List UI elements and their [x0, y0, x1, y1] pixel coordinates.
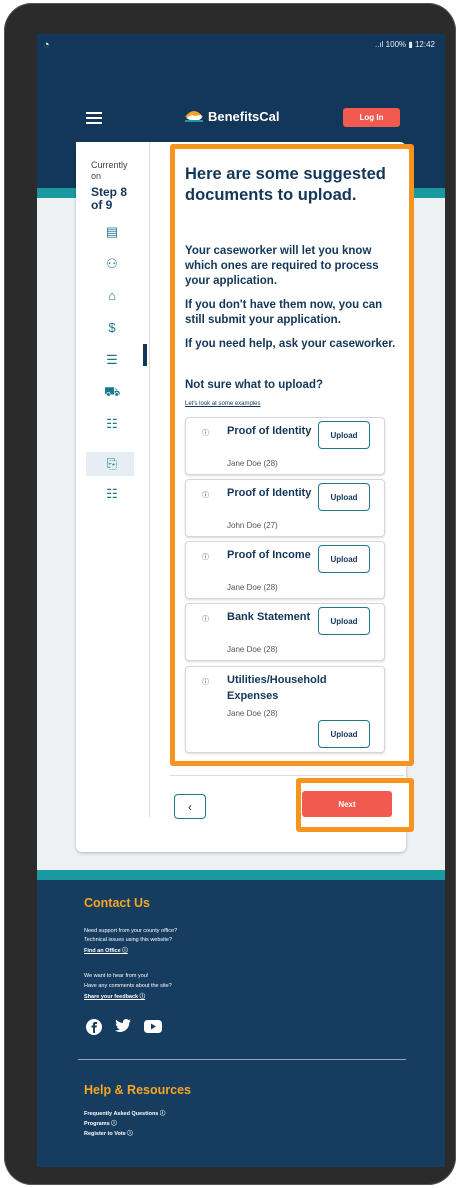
upload-document-icon[interactable]: ⎘	[104, 456, 120, 472]
document-person: Jane Doe (28)	[227, 583, 278, 592]
external-link-icon: ⓘ	[159, 1111, 166, 1117]
contact-heading: Contact Us	[84, 896, 150, 910]
document-item: ⓘ Bank Statement Jane Doe (28) Upload	[185, 603, 385, 661]
logo-text: BenefitsCal	[208, 108, 280, 124]
vehicle-icon[interactable]: ⛟	[104, 384, 120, 400]
device-frame: ◔ ..ıl 100% ▮ 12:42 BenefitsCal Log In C…	[4, 3, 456, 1185]
review-icon[interactable]: ☷	[104, 486, 120, 502]
document-person: John Doe (27)	[227, 521, 278, 530]
footer-divider	[78, 1059, 406, 1060]
document-item: ⓘ Proof of Income Jane Doe (28) Upload	[185, 541, 385, 599]
twitter-icon[interactable]	[115, 1019, 131, 1033]
caseworker-note: Your caseworker will let you know which …	[185, 245, 379, 287]
programs-link[interactable]: Programs ⓘ	[84, 1120, 117, 1128]
technical-issues-text: Technical issues using this website?	[84, 937, 173, 943]
benefitscal-logo[interactable]: BenefitsCal	[183, 108, 280, 124]
programs-label: Programs	[84, 1121, 110, 1127]
household-icon[interactable]: ⚇	[104, 256, 120, 272]
register-vote-label: Register to Vote	[84, 1131, 126, 1137]
faq-label: Frequently Asked Questions	[84, 1111, 159, 1117]
page-title: Here are some suggested documents to upl…	[185, 165, 386, 204]
document-person: Jane Doe (28)	[227, 709, 278, 718]
id-card-icon[interactable]: ▤	[104, 224, 120, 240]
hear-from-you-text: We want to hear from you!	[84, 973, 149, 979]
bear-logo-icon	[185, 111, 203, 122]
checklist-icon[interactable]: ☷	[104, 416, 120, 432]
suggested-documents-panel: Here are some suggested documents to upl…	[170, 144, 414, 766]
upload-button[interactable]: Upload	[318, 483, 370, 511]
info-icon[interactable]: ⓘ	[202, 428, 212, 438]
examples-link[interactable]: Let's look at some examples	[185, 401, 261, 407]
upload-button[interactable]: Upload	[318, 607, 370, 635]
footer-teal-band	[37, 870, 445, 880]
comments-text: Have any comments about the site?	[84, 983, 172, 989]
screen: ◔ ..ıl 100% ▮ 12:42 BenefitsCal Log In C…	[37, 34, 445, 1167]
document-person: Jane Doe (28)	[227, 645, 278, 654]
submit-note: If you don't have them now, you can stil…	[185, 299, 383, 326]
facebook-icon[interactable]	[86, 1019, 102, 1035]
help-note: If you need help, ask your caseworker.	[185, 338, 396, 350]
feedback-label: Share your feedback	[84, 994, 139, 1000]
external-link-icon: ⓘ	[127, 1131, 133, 1137]
nav-divider	[170, 775, 404, 776]
register-vote-link[interactable]: Register to Vote ⓘ	[84, 1130, 133, 1138]
upload-button[interactable]: Upload	[318, 421, 370, 449]
external-link-icon: ⓘ	[139, 994, 146, 1000]
income-icon[interactable]: $	[104, 320, 120, 336]
expenses-icon[interactable]: ☰	[104, 352, 120, 368]
help-resources-heading: Help & Resources	[84, 1083, 191, 1097]
find-office-link[interactable]: Find an Office ⓘ	[84, 947, 128, 955]
find-office-label: Find an Office	[84, 948, 121, 954]
document-item: ⓘ Proof of Identity Jane Doe (28) Upload	[185, 417, 385, 475]
info-icon[interactable]: ⓘ	[202, 490, 212, 500]
external-link-icon: ⓘ	[122, 948, 128, 954]
status-bar: ◔ ..ıl 100% ▮ 12:42	[37, 34, 445, 56]
upload-button[interactable]: Upload	[318, 720, 370, 748]
youtube-icon[interactable]	[144, 1020, 162, 1034]
sync-icon: ◔	[43, 39, 50, 51]
step-counter: Step 8 of 9	[91, 185, 128, 212]
upload-question: Not sure what to upload?	[185, 379, 323, 391]
county-support-text: Need support from your county office?	[84, 928, 178, 934]
info-icon[interactable]: ⓘ	[202, 614, 212, 624]
home-icon[interactable]: ⌂	[104, 288, 120, 304]
document-person: Jane Doe (28)	[227, 459, 278, 468]
feedback-link[interactable]: Share your feedback ⓘ	[84, 993, 145, 1001]
document-title: Utilities/Household Expenses	[227, 674, 327, 702]
status-indicators: ..ıl 100% ▮ 12:42	[375, 40, 435, 49]
login-button[interactable]: Log In	[343, 108, 400, 127]
document-item: ⓘ Utilities/Household Expenses Jane Doe …	[185, 666, 385, 753]
next-button[interactable]: Next	[302, 791, 392, 817]
info-icon[interactable]: ⓘ	[202, 552, 212, 562]
currently-on-label: Currently on	[91, 160, 128, 181]
faq-link[interactable]: Frequently Asked Questions ⓘ	[84, 1110, 165, 1118]
back-button[interactable]: ‹	[174, 794, 206, 819]
step-progress-sidebar: Currently on Step 8 of 9 ▤ ⚇ ⌂ $ ☰ ⛟ ☷ ⎘…	[76, 142, 150, 817]
info-icon[interactable]: ⓘ	[202, 677, 212, 687]
external-link-icon: ⓘ	[111, 1121, 117, 1127]
upload-button[interactable]: Upload	[318, 545, 370, 573]
document-item: ⓘ Proof of Identity John Doe (27) Upload	[185, 479, 385, 537]
hamburger-menu-icon[interactable]	[86, 112, 102, 125]
active-step-bar	[143, 344, 147, 366]
